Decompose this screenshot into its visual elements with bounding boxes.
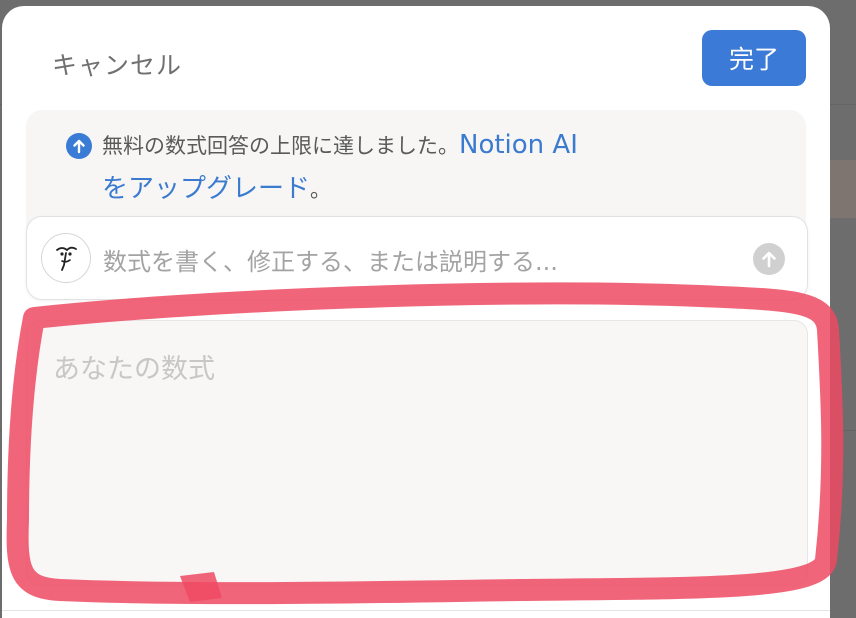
cancel-button[interactable]: キャンセル	[52, 46, 182, 82]
done-button[interactable]: 完了	[702, 30, 806, 86]
formula-editor-modal: キャンセル 完了 無料の数式回答の上限に達しました。Notion AI をアップ…	[2, 6, 830, 618]
backdrop-strip	[826, 160, 856, 218]
upgrade-link[interactable]: をアップグレード	[102, 174, 310, 204]
formula-input[interactable]: あなたの数式	[26, 320, 808, 586]
ai-prompt-input[interactable]: 数式を書く、修正する、または説明する...	[26, 216, 808, 300]
bottom-divider	[2, 610, 830, 611]
formula-placeholder: あなたの数式	[53, 354, 215, 385]
notice-line-2: をアップグレード。	[102, 168, 331, 205]
notice-line-1: 無料の数式回答の上限に達しました。Notion AI	[102, 130, 578, 160]
notice-text: 無料の数式回答の上限に達しました。	[102, 134, 459, 158]
notion-ai-face-icon	[41, 233, 91, 283]
notion-ai-link[interactable]: Notion AI	[459, 130, 578, 160]
arrow-up-circle-icon	[66, 133, 92, 159]
send-button[interactable]	[753, 243, 785, 275]
notice-period: 。	[310, 178, 332, 202]
ai-prompt-placeholder[interactable]: 数式を書く、修正する、または説明する...	[103, 242, 558, 277]
arrow-up-icon	[762, 251, 776, 268]
